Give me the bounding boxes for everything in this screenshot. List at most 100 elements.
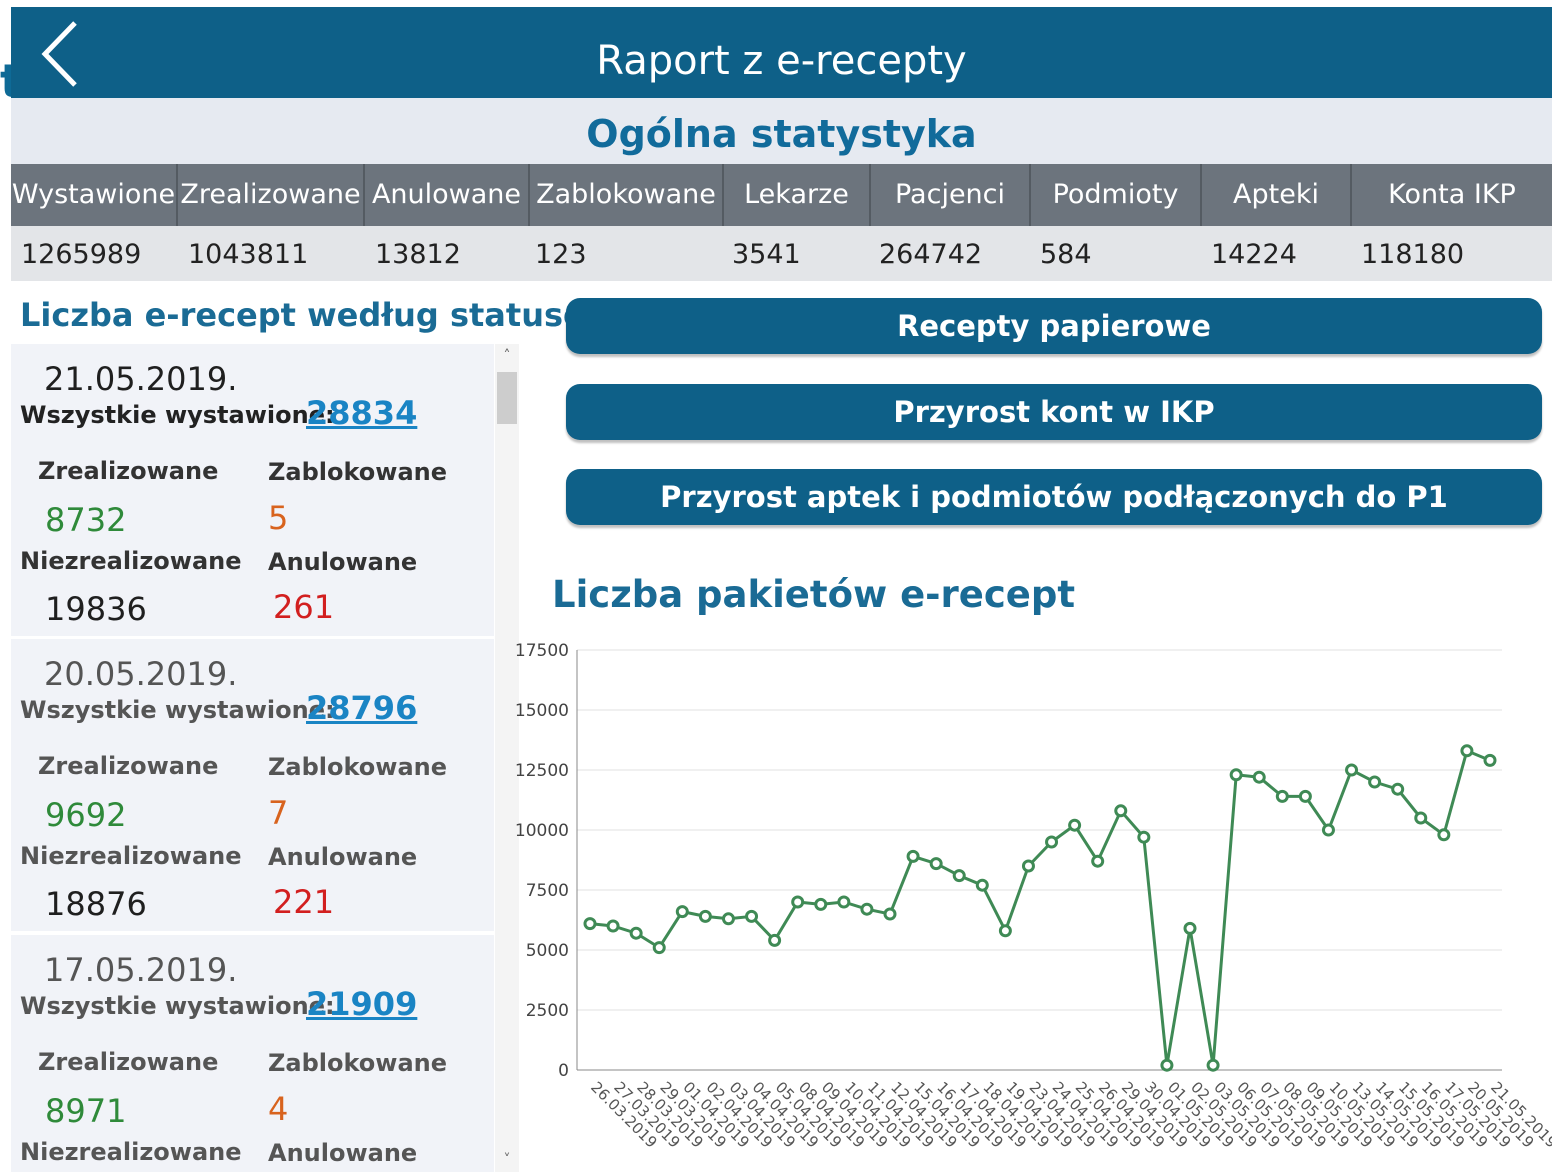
data-point [837,895,851,909]
data-point [1437,828,1451,842]
data-point [929,857,943,871]
data-point [975,878,989,892]
chart-title: Liczba pakietów e-recept [552,573,1076,616]
data-point [1206,1058,1220,1072]
all-issued-label: Wszystkie wystawione: [20,401,335,429]
realized-label: Zrealizowane [38,1048,219,1076]
data-point [629,926,643,940]
packages-line-chart: 02500500075001000012500150001750026.03.2… [515,641,1552,1152]
blocked-label: Zablokowane [268,458,448,486]
card-date: 20.05.2019. [44,655,238,693]
status-card: 17.05.2019. Wszystkie wystawione: 21909 … [11,935,494,1172]
data-point [1460,744,1474,758]
data-point [1183,921,1197,935]
stat-header-wystawione: Wystawione [11,164,178,226]
summary-section: Ogólna statystyka [11,98,1552,164]
stat-value-konta-ikp: 118180 [1361,239,1465,270]
all-issued-link[interactable]: 28834 [306,394,417,432]
section-title: Ogólna statystyka [586,112,977,156]
all-issued-label: Wszystkie wystawione: [20,992,335,1020]
data-point [675,905,689,919]
blocked-count: 5 [268,499,289,537]
status-list-title: Liczba e-recept według statusów [20,296,615,334]
data-point [698,909,712,923]
stat-header-zablokowane: Zablokowane [530,164,724,226]
realized-label: Zrealizowane [38,752,219,780]
all-issued-link[interactable]: 28796 [306,689,417,727]
data-point [1068,818,1082,832]
data-point [1091,854,1105,868]
data-point [652,941,666,955]
stats-header-row: Wystawione Zrealizowane Anulowane Zablok… [11,164,1552,226]
data-point [952,869,966,883]
stat-header-zrealizowane: Zrealizowane [178,164,365,226]
page-title: Raport z e-recepty [596,38,967,84]
data-point [1229,768,1243,782]
data-point [1045,835,1059,849]
data-point [883,907,897,921]
stat-header-anulowane: Anulowane [365,164,530,226]
data-point [1321,823,1335,837]
data-point [1275,789,1289,803]
stat-header-apteki: Apteki [1202,164,1352,226]
ikp-accounts-growth-button[interactable]: Przyrost kont w IKP [566,384,1542,440]
stat-value-apteki: 14224 [1211,239,1297,270]
cancelled-label: Anulowane [268,548,418,576]
data-point [906,849,920,863]
stats-value-row: 1265989 1043811 13812 123 3541 264742 58… [11,226,1552,281]
stat-value-anulowane: 13812 [375,239,461,270]
realized-count: 8971 [45,1092,127,1130]
unrealized-label: Niezrealizowane [20,547,242,575]
card-date: 17.05.2019. [44,951,238,989]
stat-header-pacjenci: Pacjenci [871,164,1031,226]
unrealized-count: 18876 [45,885,147,923]
all-issued-link[interactable]: 21909 [306,985,417,1023]
realized-label: Zrealizowane [38,457,219,485]
stat-header-konta-ikp: Konta IKP [1388,179,1516,210]
data-point [1114,804,1128,818]
status-card: 21.05.2019. Wszystkie wystawione: 28834 … [11,344,494,636]
status-card: 20.05.2019. Wszystkie wystawione: 28796 … [11,639,494,931]
data-point [721,912,735,926]
data-point [583,917,597,931]
y-tick-label: 17500 [515,641,569,661]
cancelled-label: Anulowane [268,843,418,871]
scroll-thumb[interactable] [497,372,517,424]
pharmacies-growth-button[interactable]: Przyrost aptek i podmiotów podłączonych … [566,469,1542,525]
stat-value-lekarze: 3541 [732,239,801,270]
stat-header-lekarze: Lekarze [724,164,871,226]
all-issued-label: Wszystkie wystawione: [20,696,335,724]
realized-count: 8732 [45,501,127,539]
card-date: 21.05.2019. [44,360,238,398]
y-tick-label: 0 [558,1061,569,1081]
cancelled-count: 261 [273,588,335,626]
paper-prescriptions-button[interactable]: Recepty papierowe [566,298,1542,354]
data-point [1298,789,1312,803]
status-list[interactable]: 21.05.2019. Wszystkie wystawione: 28834 … [11,344,521,1172]
y-tick-label: 7500 [526,881,569,901]
realized-count: 9692 [45,796,127,834]
blocked-label: Zablokowane [268,1049,448,1077]
y-tick-label: 10000 [515,821,569,841]
stat-value-zablokowane: 123 [535,239,587,270]
data-point [768,933,782,947]
app-header: Raport z e-recepty [11,7,1552,98]
data-point [1483,753,1497,767]
series-line [589,748,1491,1066]
data-point [860,902,874,916]
data-point [606,919,620,933]
blocked-count: 4 [268,1090,289,1128]
stat-value-zrealizowane: 1043811 [188,239,309,270]
data-point [1021,859,1035,873]
chevron-up-icon[interactable]: ˄ [495,344,519,368]
y-tick-label: 2500 [526,1001,569,1021]
data-point [1345,763,1359,777]
data-point [1137,830,1151,844]
data-point [814,897,828,911]
stat-value-pacjenci: 264742 [879,239,983,270]
stat-value-podmioty: 584 [1040,239,1092,270]
unrealized-count: 19836 [45,590,147,628]
cancelled-label: Anulowane [268,1139,418,1167]
cancelled-count: 221 [273,883,335,921]
data-point [745,909,759,923]
